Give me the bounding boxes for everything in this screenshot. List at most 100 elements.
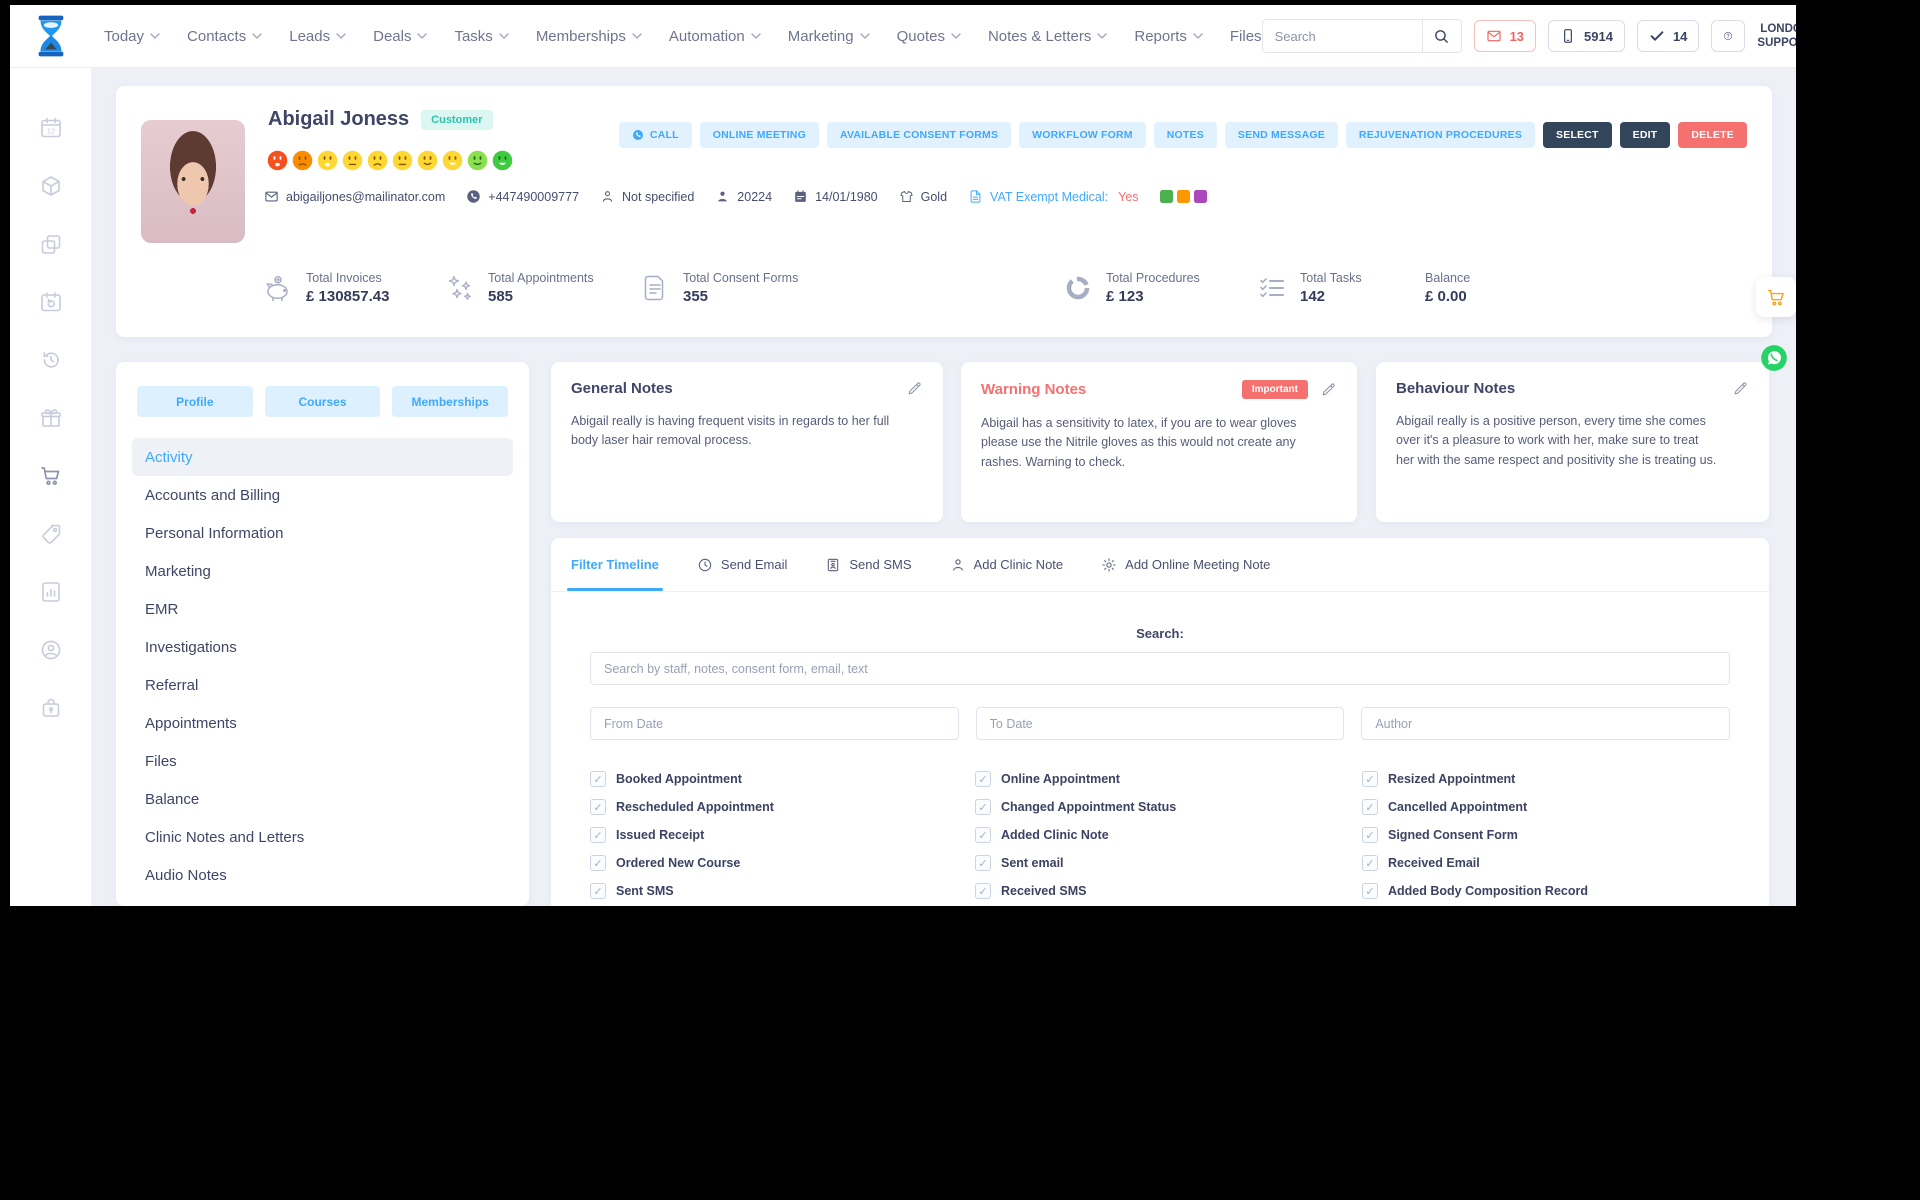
tab-profile[interactable]: Profile [137, 386, 253, 417]
package-icon[interactable] [39, 174, 63, 198]
whatsapp-button[interactable] [1760, 344, 1788, 372]
tab-add-clinic-note[interactable]: Add Clinic Note [950, 538, 1063, 591]
nav-item-notes-letters[interactable]: Notes & Letters [988, 28, 1107, 45]
tag-swatch-purple[interactable] [1193, 190, 1207, 203]
tab-send-sms[interactable]: Send SMS [825, 538, 912, 591]
satisfaction-emoji-icon[interactable] [342, 150, 363, 171]
checkbox-checked[interactable]: ✓ [590, 827, 606, 843]
sidebar-item-appointments[interactable]: Appointments [132, 704, 513, 742]
tag-swatch-orange[interactable] [1176, 190, 1190, 203]
edit-pencil-icon[interactable] [1732, 380, 1749, 397]
author-input[interactable] [1361, 707, 1731, 740]
sidebar-item-personal-information[interactable]: Personal Information [132, 514, 513, 552]
edit-button[interactable]: EDIT [1619, 122, 1671, 148]
filter-checkbox[interactable]: ✓ Booked Appointment [590, 771, 975, 787]
checkbox-checked[interactable]: ✓ [1362, 883, 1378, 899]
tab-memberships[interactable]: Memberships [392, 386, 509, 417]
available-consent-forms-button[interactable]: AVAILABLE CONSENT FORMS [826, 122, 1012, 148]
nav-item-today[interactable]: Today [104, 28, 160, 45]
select-button[interactable]: SELECT [1543, 122, 1612, 148]
filter-checkbox[interactable]: ✓ Received SMS [975, 883, 1362, 899]
checkbox-checked[interactable]: ✓ [590, 799, 606, 815]
sidebar-item-marketing[interactable]: Marketing [132, 552, 513, 590]
satisfaction-emoji-icon[interactable] [392, 150, 413, 171]
customer-email[interactable]: abigailjones@mailinator.com [264, 189, 445, 204]
filter-checkbox[interactable]: ✓ Added Body Composition Record [1362, 883, 1730, 899]
tab-filter-timeline[interactable]: Filter Timeline [567, 538, 663, 591]
checkbox-checked[interactable]: ✓ [975, 855, 991, 871]
price-tag-icon[interactable] [39, 522, 63, 546]
satisfaction-emoji-icon[interactable] [292, 150, 313, 171]
tab-send-email[interactable]: Send Email [697, 538, 787, 591]
checkbox-checked[interactable]: ✓ [1362, 771, 1378, 787]
nav-item-memberships[interactable]: Memberships [536, 28, 642, 45]
filter-checkbox[interactable]: ✓ Cancelled Appointment [1362, 799, 1730, 815]
floating-cart-button[interactable] [1756, 277, 1796, 317]
checkbox-checked[interactable]: ✓ [590, 771, 606, 787]
tab-courses[interactable]: Courses [264, 386, 381, 417]
satisfaction-emoji-icon[interactable] [417, 150, 438, 171]
checkbox-checked[interactable]: ✓ [975, 799, 991, 815]
phone-notifications-button[interactable]: 5914 [1548, 20, 1625, 52]
calendar-12-icon[interactable] [39, 116, 63, 140]
sidebar-item-activity[interactable]: Activity [132, 438, 513, 476]
satisfaction-emoji-icon[interactable] [442, 150, 463, 171]
satisfaction-emoji-icon[interactable] [317, 150, 338, 171]
notes-button[interactable]: NOTES [1153, 122, 1217, 148]
call-button[interactable]: CALL [618, 122, 692, 148]
filter-checkbox[interactable]: ✓ Issued Receipt [590, 827, 975, 843]
satisfaction-emoji-icon[interactable] [492, 150, 513, 171]
report-chart-icon[interactable] [39, 580, 63, 604]
nav-item-automation[interactable]: Automation [669, 28, 761, 45]
sidebar-item-files[interactable]: Files [132, 742, 513, 780]
sidebar-item-accounts-and-billing[interactable]: Accounts and Billing [132, 476, 513, 514]
sidebar-item-clinic-notes-and-letters[interactable]: Clinic Notes and Letters [132, 818, 513, 856]
filter-checkbox[interactable]: ✓ Changed Appointment Status [975, 799, 1362, 815]
search-button[interactable] [1421, 19, 1462, 53]
filter-checkbox[interactable]: ✓ Online Appointment [975, 771, 1362, 787]
send-message-button[interactable]: SEND MESSAGE [1224, 122, 1338, 148]
online-meeting-button[interactable]: ONLINE MEETING [699, 122, 819, 148]
sidebar-item-audio-notes[interactable]: Audio Notes [132, 856, 513, 894]
rejuvenation-procedures-button[interactable]: REJUVENATION PROCEDURES [1345, 122, 1536, 148]
checkbox-checked[interactable]: ✓ [1362, 827, 1378, 843]
calendar-return-icon[interactable] [39, 290, 63, 314]
filter-checkbox[interactable]: ✓ Added Clinic Note [975, 827, 1362, 843]
cart-icon[interactable] [39, 464, 63, 488]
sidebar-item-balance[interactable]: Balance [132, 780, 513, 818]
gift-icon[interactable] [39, 406, 63, 430]
app-logo[interactable] [32, 14, 70, 58]
checkbox-checked[interactable]: ✓ [590, 855, 606, 871]
nav-item-contacts[interactable]: Contacts [187, 28, 262, 45]
sidebar-item-referral[interactable]: Referral [132, 666, 513, 704]
checkbox-checked[interactable]: ✓ [1362, 799, 1378, 815]
search-input[interactable] [1261, 19, 1422, 53]
tag-swatch-green[interactable] [1159, 190, 1173, 203]
from-date-input[interactable] [590, 707, 959, 740]
checkbox-checked[interactable]: ✓ [975, 827, 991, 843]
to-date-input[interactable] [975, 707, 1345, 740]
timeline-search-input[interactable] [590, 652, 1730, 685]
satisfaction-emoji-icon[interactable] [267, 150, 288, 171]
user-circle-icon[interactable] [39, 638, 63, 662]
nav-item-deals[interactable]: Deals [373, 28, 427, 45]
lock-icon[interactable] [39, 696, 63, 720]
checkbox-checked[interactable]: ✓ [975, 883, 991, 899]
checkbox-checked[interactable]: ✓ [590, 883, 606, 899]
mail-notifications-button[interactable]: 13 [1473, 20, 1537, 52]
filter-checkbox[interactable]: ✓ Signed Consent Form [1362, 827, 1730, 843]
tab-add-online-meeting-note[interactable]: Add Online Meeting Note [1101, 538, 1270, 591]
nav-item-reports[interactable]: Reports [1134, 28, 1203, 45]
delete-button[interactable]: DELETE [1678, 122, 1747, 148]
sidebar-item-investigations[interactable]: Investigations [132, 628, 513, 666]
copy-icon[interactable] [39, 232, 63, 256]
sidebar-item-emr[interactable]: EMR [132, 590, 513, 628]
filter-checkbox[interactable]: ✓ Ordered New Course [590, 855, 975, 871]
edit-pencil-icon[interactable] [906, 380, 923, 397]
filter-checkbox[interactable]: ✓ Sent email [975, 855, 1362, 871]
satisfaction-emoji-icon[interactable] [367, 150, 388, 171]
filter-checkbox[interactable]: ✓ Sent SMS [590, 883, 975, 899]
nav-item-leads[interactable]: Leads [289, 28, 346, 45]
customer-photo[interactable] [141, 120, 245, 243]
tasks-done-button[interactable]: 14 [1636, 20, 1700, 52]
